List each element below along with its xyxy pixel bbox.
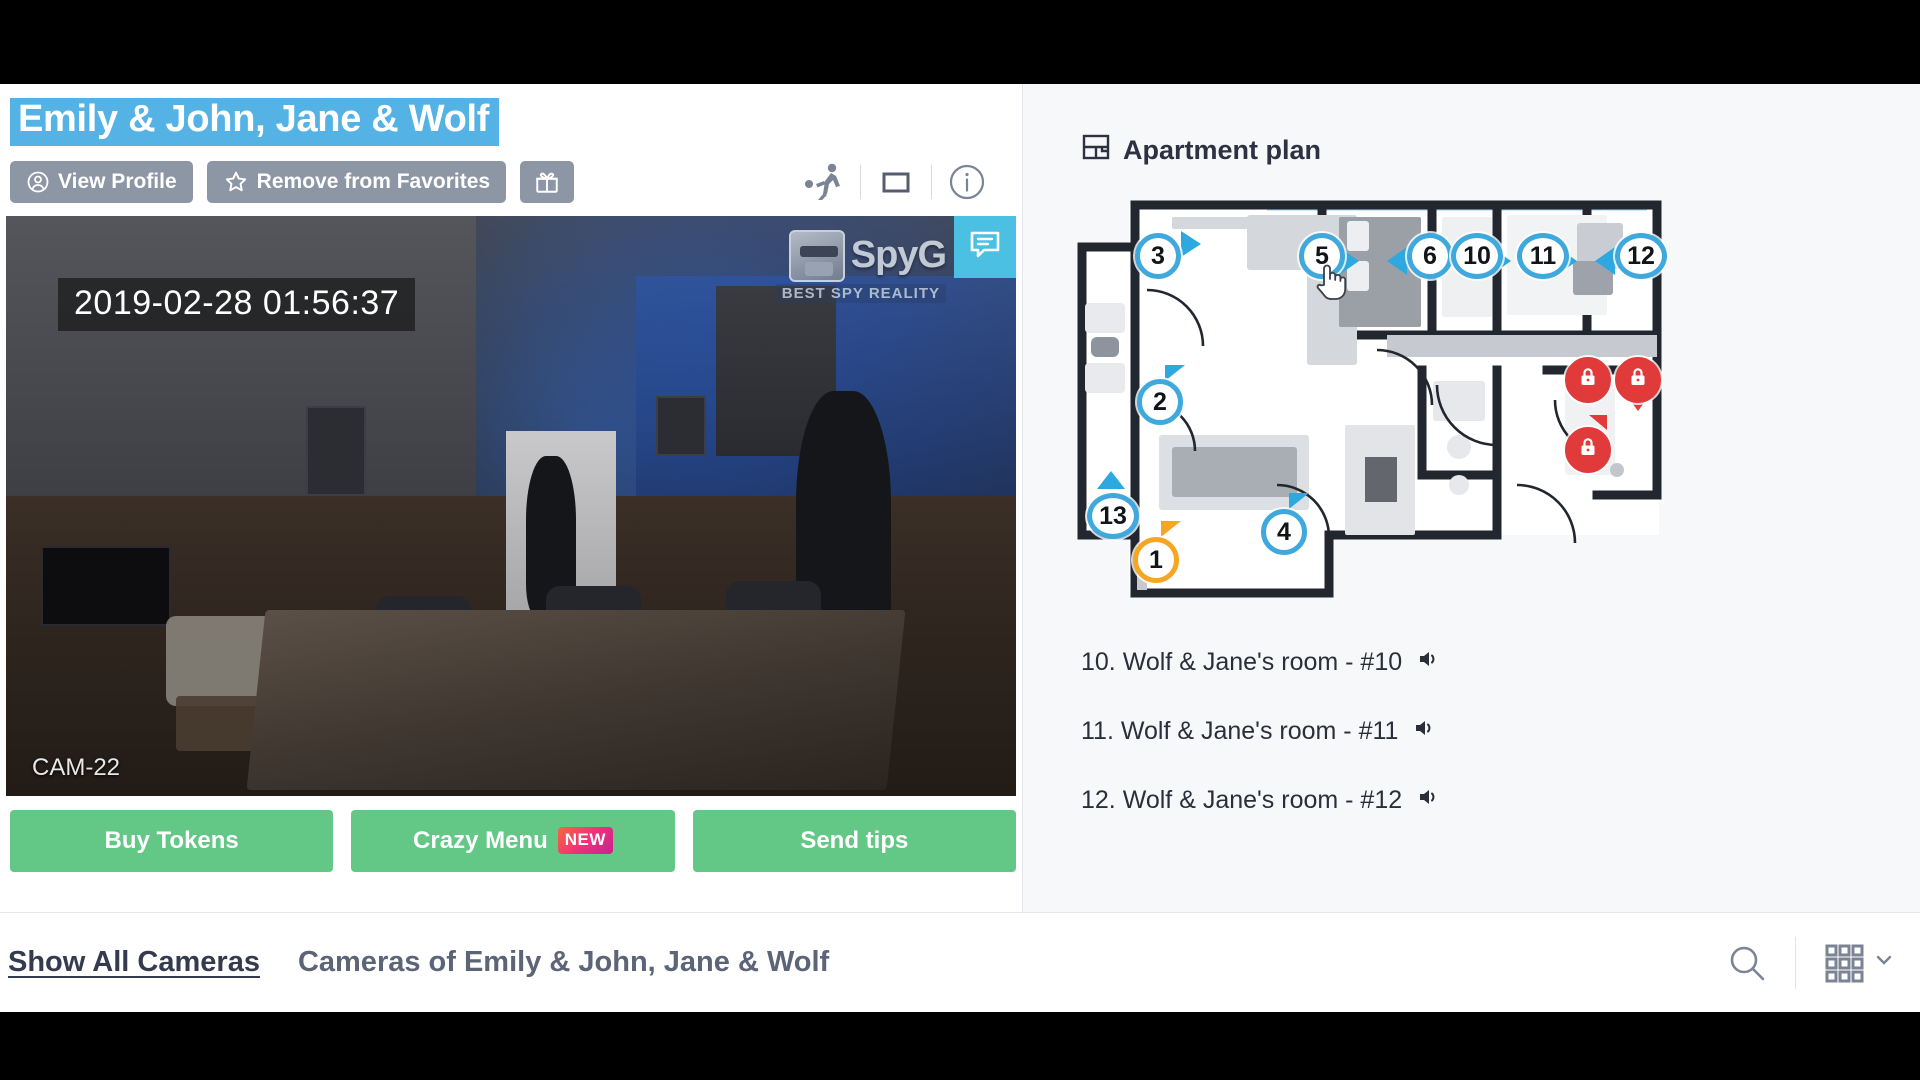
locked-camera-marker-3[interactable]: [1565, 427, 1611, 473]
camera-fov-3: [1181, 231, 1201, 257]
star-icon: [223, 169, 249, 195]
camera-marker-13[interactable]: 13: [1087, 493, 1139, 539]
video-scene-dining-table: [246, 609, 906, 790]
locked-camera-marker-1[interactable]: [1565, 357, 1611, 403]
stop-square-icon[interactable]: [869, 160, 923, 204]
camera-fov-1: [1161, 521, 1181, 537]
search-icon[interactable]: [1725, 941, 1769, 985]
view-profile-button[interactable]: View Profile: [10, 160, 193, 203]
motion-detection-icon[interactable]: [798, 160, 852, 204]
camera-marker-10[interactable]: 10: [1451, 233, 1503, 279]
title-row: Emily & John, Jane & Wolf: [6, 84, 1016, 146]
bottom-bar: Show All Cameras Cameras of Emily & John…: [0, 912, 1920, 1012]
room-label: 10. Wolf & Jane's room - #10: [1081, 648, 1403, 676]
camera-marker-1[interactable]: 1: [1133, 537, 1179, 583]
buy-tokens-label: Buy Tokens: [104, 826, 239, 854]
apartment-plan-map[interactable]: 3 2 13 1 4 5 6 10 11 12: [1077, 185, 1677, 605]
lock-icon: [1576, 365, 1600, 396]
video-timestamp: 2019-02-28 01:56:37: [58, 277, 416, 331]
camera-label: CAM-22: [32, 753, 121, 781]
divider: [1795, 936, 1796, 989]
camera-fov-13: [1097, 471, 1125, 489]
camera-fov-12: [1595, 247, 1615, 275]
cameras-of-label: Cameras of Emily & John, Jane & Wolf: [297, 946, 830, 978]
promo-buttons-row: Buy Tokens Crazy Menu NEW Send tips: [6, 809, 1016, 872]
actions-row: View Profile Remove from Favorites: [6, 160, 1016, 204]
letterbox-top: [0, 0, 1920, 84]
send-tips-button[interactable]: Send tips: [692, 809, 1016, 872]
chevron-down-icon: [1874, 950, 1894, 975]
remove-from-favorites-label: Remove from Favorites: [256, 169, 491, 193]
hand-pointer-cursor: [1313, 259, 1347, 300]
view-profile-label: View Profile: [58, 169, 177, 193]
camera-marker-3[interactable]: 3: [1135, 233, 1181, 279]
send-gift-button[interactable]: [520, 160, 575, 203]
main-content: Emily & John, Jane & Wolf View Profile R…: [0, 84, 1920, 1012]
watermark-text: SpyG: [850, 234, 947, 277]
divider: [931, 164, 932, 199]
remove-from-favorites-button[interactable]: Remove from Favorites: [206, 160, 507, 203]
watermark-logo-icon: [788, 229, 845, 282]
speaker-icon[interactable]: [1416, 785, 1440, 816]
apartment-plan-title: Apartment plan: [1123, 135, 1322, 165]
locked-camera-marker-2[interactable]: [1615, 357, 1661, 403]
room-list: 10. Wolf & Jane's room - #10 11. Wolf & …: [1081, 647, 1920, 816]
floor-plan-icon: [1081, 132, 1111, 169]
player-column: Emily & John, Jane & Wolf View Profile R…: [0, 84, 1022, 912]
video-scene-tv: [41, 545, 171, 626]
lock-icon: [1626, 365, 1650, 396]
room-label: 12. Wolf & Jane's room - #12: [1081, 786, 1403, 814]
info-circle-icon[interactable]: [940, 160, 994, 204]
camera-marker-4[interactable]: 4: [1261, 509, 1307, 555]
camera-marker-11[interactable]: 11: [1517, 233, 1569, 279]
chat-toggle-button[interactable]: [954, 215, 1016, 278]
page-title: Emily & John, Jane & Wolf: [10, 98, 500, 146]
speaker-icon[interactable]: [1412, 716, 1436, 747]
app-root: Emily & John, Jane & Wolf View Profile R…: [0, 0, 1920, 1080]
bottom-bar-right: [1725, 936, 1894, 989]
letterbox-bottom: [0, 1012, 1920, 1080]
divider: [860, 164, 861, 199]
crazy-menu-label: Crazy Menu: [413, 826, 548, 854]
lock-icon: [1576, 435, 1600, 466]
chat-bubble-icon: [967, 226, 1003, 267]
speaker-icon[interactable]: [1416, 647, 1440, 678]
room-list-item[interactable]: 12. Wolf & Jane's room - #12: [1081, 785, 1920, 816]
camera-fov-4: [1289, 493, 1309, 509]
new-badge: NEW: [557, 827, 613, 855]
room-label: 11. Wolf & Jane's room - #11: [1081, 717, 1399, 745]
apartment-plan-heading: Apartment plan: [1081, 132, 1920, 169]
buy-tokens-button[interactable]: Buy Tokens: [10, 809, 334, 872]
camera-marker-12[interactable]: 12: [1615, 233, 1667, 279]
crazy-menu-button[interactable]: Crazy Menu NEW: [351, 809, 675, 872]
video-player[interactable]: 2019-02-28 01:56:37 CAM-22 SpyG BEST SPY…: [6, 215, 1016, 796]
video-scene-picture-frame: [306, 405, 366, 496]
user-circle-icon: [26, 170, 50, 194]
camera-fov-6: [1387, 247, 1407, 275]
grid-view-button[interactable]: [1822, 941, 1894, 985]
player-tool-icons: [798, 160, 1016, 204]
camera-marker-6[interactable]: 6: [1407, 233, 1453, 279]
apartment-plan-panel: Apartment plan 3 2 13 1 4 5 6 10 11 12 1…: [1022, 84, 1920, 912]
camera-fov-2: [1165, 365, 1185, 381]
upper-section: Emily & John, Jane & Wolf View Profile R…: [0, 84, 1920, 912]
show-all-cameras-link[interactable]: Show All Cameras: [8, 946, 260, 979]
watermark: SpyG BEST SPY REALITY: [775, 229, 947, 303]
camera-marker-2[interactable]: 2: [1137, 379, 1183, 425]
watermark-tagline: BEST SPY REALITY: [775, 283, 946, 303]
video-scene-picture-frame: [656, 395, 706, 456]
room-list-item[interactable]: 10. Wolf & Jane's room - #10: [1081, 647, 1920, 678]
send-tips-label: Send tips: [800, 826, 909, 854]
gift-icon: [534, 169, 560, 195]
room-list-item[interactable]: 11. Wolf & Jane's room - #11: [1081, 716, 1920, 747]
